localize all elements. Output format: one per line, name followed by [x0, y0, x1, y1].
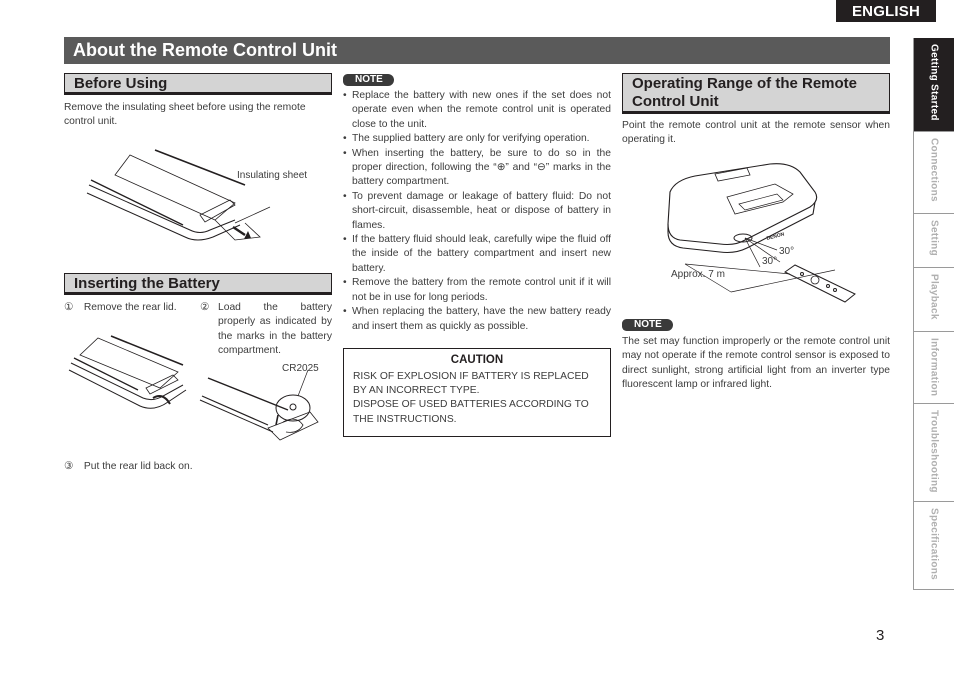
- note-item: The supplied battery are only for verify…: [343, 132, 611, 147]
- side-tab-label: Troubleshooting: [928, 410, 940, 493]
- side-tab-getting-started[interactable]: Getting Started: [913, 38, 954, 132]
- side-tab-label: Getting Started: [928, 44, 940, 121]
- step-2-text: Load the battery properly as indicated b…: [218, 302, 332, 357]
- note-item: When replacing the battery, have the new…: [343, 305, 611, 334]
- note-badge: NOTE: [343, 74, 394, 86]
- remove-rear-lid-figure: [68, 335, 187, 409]
- caution-line: RISK OF EXPLOSION IF BATTERY IS REPLACED: [353, 371, 589, 382]
- step-2-number: ②: [200, 302, 210, 313]
- insulating-sheet-label: Insulating sheet: [237, 170, 308, 181]
- distance-label: Approx. 7 m: [671, 269, 725, 280]
- section-heading-inserting-battery: Inserting the Battery: [64, 273, 332, 295]
- battery-type-label: CR2025: [282, 363, 319, 374]
- before-using-text: Remove the insulating sheet before using…: [64, 102, 306, 128]
- caution-line: DISPOSE OF USED BATTERIES ACCORDING TO: [353, 399, 589, 411]
- side-tab-label: Connections: [928, 138, 940, 202]
- caution-title: CAUTION: [450, 354, 504, 366]
- section-heading-operating-range: Operating Range of the Remote Control Un…: [622, 73, 890, 114]
- brand-label: DENON: [766, 231, 785, 242]
- operating-range-text: Point the remote control unit at the rem…: [622, 120, 890, 146]
- page-title: About the Remote Control Unit: [64, 37, 890, 64]
- side-tab-label: Information: [928, 338, 940, 397]
- step-1-text: Remove the rear lid.: [83, 302, 177, 313]
- note-text: The set may function improperly or the r…: [622, 336, 890, 391]
- note-item: If the battery fluid should leak, carefu…: [343, 233, 611, 276]
- remote-insulating-sheet-figure: [86, 149, 271, 241]
- page-number: 3: [876, 627, 885, 644]
- note-item: To prevent damage or leakage of battery …: [343, 190, 611, 233]
- caution-line: BY AN INCORRECT TYPE.: [353, 385, 480, 397]
- step-3-number: ③: [64, 461, 74, 472]
- language-badge: ENGLISH: [836, 0, 936, 22]
- load-battery-figure: [199, 369, 319, 441]
- side-tab-specifications[interactable]: Specifications: [913, 502, 954, 590]
- step-1-number: ①: [64, 302, 74, 313]
- side-tab-label: Setting: [928, 220, 940, 256]
- step-3-text: Put the rear lid back on.: [83, 461, 193, 472]
- operating-range-figure: DENON: [667, 163, 856, 303]
- note-list: Replace the battery with new ones if the…: [343, 89, 611, 334]
- side-tab-label: Playback: [928, 274, 940, 320]
- note-item: Remove the battery from the remote contr…: [343, 276, 611, 305]
- angle-label-lower: 30°: [762, 256, 778, 267]
- angle-label-upper: 30°: [779, 246, 795, 257]
- note-item: Replace the battery with new ones if the…: [343, 89, 611, 132]
- side-tab-troubleshooting[interactable]: Troubleshooting: [913, 404, 954, 502]
- side-tab-label: Specifications: [928, 508, 940, 580]
- step-1: ① Remove the rear lid.: [64, 301, 189, 315]
- note-item: When inserting the battery, be sure to d…: [343, 147, 611, 190]
- side-tab-information[interactable]: Information: [913, 332, 954, 404]
- side-tab-setting[interactable]: Setting: [913, 214, 954, 268]
- side-tab-connections[interactable]: Connections: [913, 132, 954, 214]
- note-badge: NOTE: [622, 319, 673, 331]
- step-2: ② Load the battery properly as indicated…: [200, 301, 332, 359]
- caution-line: THE INSTRUCTIONS.: [353, 413, 457, 425]
- section-heading-before-using: Before Using: [64, 73, 332, 95]
- side-tab-playback[interactable]: Playback: [913, 268, 954, 332]
- caution-box: CAUTION RISK OF EXPLOSION IF BATTERY IS …: [343, 348, 611, 437]
- step-3: ③ Put the rear lid back on.: [64, 460, 332, 474]
